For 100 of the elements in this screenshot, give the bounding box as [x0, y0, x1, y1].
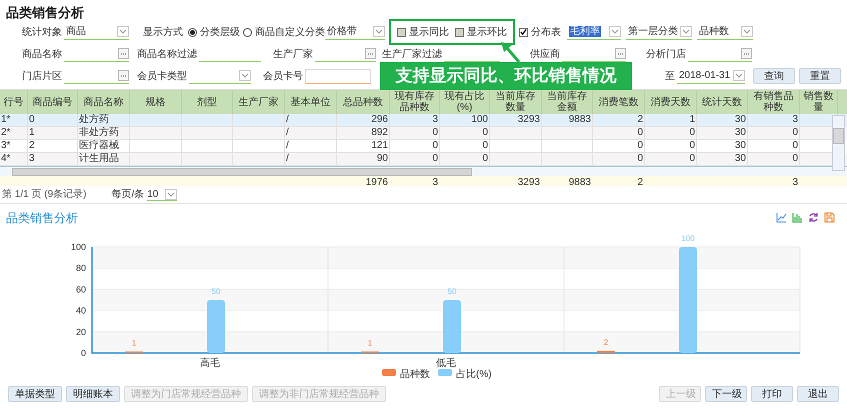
table-cell: 计生用品: [79, 153, 119, 165]
legend-swatch: [382, 369, 396, 376]
axis-tick-label: 80: [76, 263, 86, 274]
axis-tick-label: 0: [80, 348, 86, 358]
table-cell: 30: [734, 127, 746, 139]
button[interactable]: 重置: [799, 68, 841, 84]
data-label: 2: [604, 338, 608, 347]
field-label: 商品名称过滤: [137, 48, 198, 62]
input-field[interactable]: [64, 46, 129, 62]
table-row[interactable]: 4* 3 计生用品 / 90 0 0 0 0 30 0: [0, 153, 847, 166]
dropdown[interactable]: 毛利率: [567, 24, 621, 40]
dropdown[interactable]: 价格带: [325, 24, 385, 40]
axis-tick-label: 40: [76, 306, 86, 316]
column-header: 消费笔数: [598, 96, 638, 108]
table-cell: 0: [689, 153, 695, 165]
vertical-scrollbar[interactable]: [832, 115, 845, 171]
bar: [207, 300, 225, 353]
field-label: 统计对象: [22, 26, 63, 40]
input-field[interactable]: [688, 46, 752, 62]
page-info: 第 1/1 页 (9条记录): [2, 188, 86, 202]
total-cell-text: 3: [792, 176, 798, 186]
chevron-down-icon: [680, 26, 692, 37]
table-cell: 100: [471, 114, 488, 126]
field-label: 商品名称: [22, 48, 63, 62]
table-cell: 3: [29, 153, 35, 165]
total-cell-text: 3: [432, 176, 438, 186]
column-header: 剂型: [197, 96, 217, 108]
table-cell: 0: [482, 153, 488, 165]
total-cell-text: 2: [637, 176, 643, 186]
data-label: 1: [132, 338, 136, 348]
checkbox[interactable]: 显示同比: [397, 24, 449, 40]
field-label: 生产厂家过滤: [382, 48, 443, 62]
chevron-down-icon: [741, 26, 753, 37]
input-field[interactable]: [305, 68, 371, 84]
checkbox[interactable]: 显示环比: [455, 24, 507, 40]
table-cell: 90: [376, 153, 388, 165]
column-header: 统计天数: [702, 96, 742, 108]
dropdown[interactable]: [189, 68, 251, 84]
button[interactable]: 单据类型: [8, 386, 62, 402]
more-icon: [365, 48, 376, 59]
more-icon: [118, 48, 129, 59]
table-cell: 3293: [518, 114, 540, 126]
input-field[interactable]: [315, 46, 376, 62]
table-cell: 30: [734, 140, 746, 152]
field-label: 生产厂家: [273, 48, 314, 62]
radio-button[interactable]: 分类层级: [188, 24, 240, 40]
more-icon: [615, 48, 626, 59]
horizontal-scrollbar[interactable]: [0, 166, 847, 176]
field-label: 显示方式: [143, 26, 184, 40]
chevron-down-icon: [373, 26, 385, 37]
button[interactable]: 查询: [753, 68, 795, 84]
table-cell: 0: [792, 140, 798, 152]
dropdown[interactable]: 2018-01-31: [677, 68, 745, 84]
table-cell: 3*: [1, 140, 10, 152]
column-header: 商品编号: [32, 96, 72, 108]
dropdown[interactable]: 10: [147, 188, 178, 200]
chevron-down-icon: [733, 70, 745, 81]
radio-button[interactable]: 商品自定义分类: [243, 24, 325, 40]
more-icon: [741, 48, 752, 59]
button[interactable]: 下一级: [705, 386, 747, 402]
checkbox[interactable]: 分布表: [519, 24, 561, 40]
dropdown[interactable]: 第一层分类: [626, 24, 692, 40]
bar-chart-icon[interactable]: [792, 212, 803, 223]
check-icon: [520, 28, 527, 36]
total-cell-text: 9883: [568, 176, 591, 186]
table-cell: 1*: [1, 114, 10, 126]
bar: [597, 350, 615, 353]
column-header: 现有占比(%): [444, 91, 486, 113]
table-cell: 9883: [568, 114, 591, 126]
button[interactable]: 明细账本: [66, 386, 120, 402]
field-label: 分析门店: [646, 48, 687, 62]
data-label: 1: [368, 338, 372, 348]
table-cell: 4*: [1, 153, 10, 165]
dropdown[interactable]: 品种数: [697, 24, 753, 40]
table-cell: 3: [432, 114, 438, 126]
table-cell: 0: [432, 153, 438, 165]
line-chart-icon[interactable]: [776, 212, 787, 223]
table-cell: 0: [637, 140, 643, 152]
axis-tick-label: 20: [76, 326, 86, 337]
table-cell: 0: [637, 127, 643, 139]
input-field[interactable]: [64, 68, 129, 84]
chevron-down-icon: [117, 26, 129, 37]
field-label: 至: [665, 70, 676, 84]
column-header: 消费天数: [650, 96, 690, 108]
column-header: 销售数量: [802, 91, 834, 113]
chevron-down-icon: [239, 70, 251, 81]
total-cell-text: 3293: [518, 176, 540, 186]
field-label: 会员卡号: [263, 70, 304, 84]
more-icon: [118, 70, 129, 81]
table-cell: 2*: [1, 127, 10, 139]
column-header: 现有库存品种数: [394, 91, 436, 113]
button[interactable]: 打印: [751, 386, 793, 402]
refresh-icon[interactable]: [808, 212, 819, 223]
table-cell: 0: [689, 140, 695, 152]
save-icon[interactable]: [824, 212, 835, 223]
dropdown[interactable]: 商品: [64, 24, 129, 40]
column-header: 基本单位: [290, 96, 330, 108]
column-header: 规格: [146, 96, 166, 108]
table-cell: 30: [734, 114, 746, 126]
button[interactable]: 退出: [797, 386, 839, 402]
